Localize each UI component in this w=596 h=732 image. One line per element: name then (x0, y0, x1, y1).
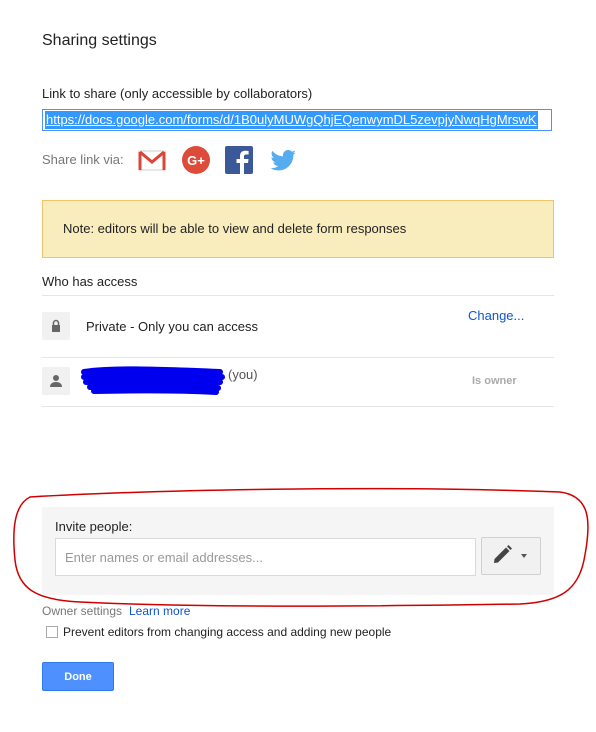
learn-more-link[interactable]: Learn more (129, 604, 190, 618)
done-button[interactable]: Done (42, 662, 114, 691)
access-level-label: Private - Only you can access (86, 319, 258, 334)
divider (42, 295, 554, 296)
editor-note-text: Note: editors will be able to view and d… (63, 221, 407, 236)
redacted-name-scribble (81, 366, 225, 395)
person-icon (42, 367, 70, 395)
share-link-field[interactable]: https://docs.google.com/forms/d/1B0ulyMU… (42, 109, 552, 131)
owner-settings-label: Owner settings (42, 604, 123, 618)
share-link-text[interactable]: https://docs.google.com/forms/d/1B0ulyMU… (45, 111, 538, 129)
owner-role-label: Is owner (472, 375, 517, 387)
annotation-circle (13, 487, 589, 607)
svg-text:G+: G+ (187, 153, 205, 168)
owner-you-label: (you) (228, 367, 258, 382)
google-plus-icon[interactable]: G+ (181, 145, 211, 175)
divider (42, 357, 554, 358)
dialog-title: Sharing settings (42, 32, 157, 49)
link-label: Link to share (only accessible by collab… (42, 86, 313, 101)
who-has-access-heading: Who has access (42, 274, 138, 289)
lock-icon (42, 312, 70, 340)
share-via-label: Share link via: (42, 152, 124, 167)
twitter-icon[interactable] (268, 145, 298, 175)
prevent-editors-checkbox[interactable] (46, 626, 58, 638)
change-access-link[interactable]: Change... (468, 308, 524, 323)
prevent-editors-label[interactable]: Prevent editors from changing access and… (63, 625, 391, 639)
divider (42, 406, 554, 407)
done-label: Done (64, 670, 92, 683)
gmail-icon[interactable] (137, 145, 167, 175)
facebook-icon[interactable] (224, 145, 254, 175)
editor-note-banner: Note: editors will be able to view and d… (42, 200, 554, 258)
